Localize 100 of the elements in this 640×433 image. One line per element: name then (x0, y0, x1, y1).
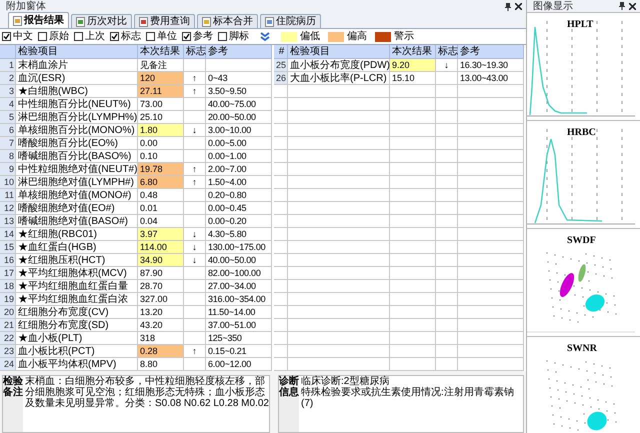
column-header[interactable]: 标志 (436, 45, 458, 58)
flag-arrow: ↑ (192, 344, 197, 358)
checkbox[interactable] (182, 32, 191, 41)
result-value: 114.00 (138, 241, 184, 253)
result-value: 87.90 (138, 267, 184, 279)
pin-icon[interactable] (619, 2, 625, 10)
tab[interactable]: 报告结果 (8, 12, 69, 28)
flag-arrow: ↑ (192, 72, 197, 84)
row-number: 25 (274, 59, 288, 71)
reference-range: 0.00~5.00 (208, 136, 246, 150)
row-number: 11 (0, 189, 16, 201)
tab[interactable]: 住院病历 (260, 14, 321, 28)
column-header[interactable]: 检验项目 (288, 45, 390, 58)
column-header[interactable]: 标志 (184, 45, 206, 58)
document-icon (76, 16, 85, 26)
option-checkbox[interactable]: 上次 (74, 30, 105, 43)
reference-range: 0.20~0.80 (208, 188, 246, 202)
checkbox[interactable] (74, 32, 83, 41)
result-value: 28.70 (138, 280, 184, 292)
checkbox[interactable] (38, 32, 47, 41)
plot-label: SWDF (567, 234, 596, 248)
column-header[interactable]: 参考 (458, 45, 524, 58)
row-number: 6 (0, 124, 16, 136)
column-header[interactable]: 本次结果 (390, 45, 436, 58)
row-number: 4 (0, 98, 16, 110)
result-value: 43.20 (138, 319, 184, 331)
flag-arrow: ↑ (192, 84, 197, 98)
row-number: 17 (0, 267, 16, 279)
row-number: 19 (0, 293, 16, 305)
reference-range: 20.00~50.00 (208, 110, 256, 124)
plot-label: SWNR (567, 342, 598, 356)
checkbox[interactable] (110, 32, 119, 41)
option-checkbox[interactable]: 单位 (146, 30, 177, 43)
reference-range: 16.30~19.30 (460, 58, 508, 72)
double-chevron-icon[interactable] (260, 32, 270, 41)
result-value: 34.90 (138, 254, 184, 266)
reference-range: 0.00~1.00 (208, 150, 246, 162)
row-number: 23 (0, 345, 16, 357)
result-value: 0.10 (138, 150, 184, 162)
option-checkbox[interactable]: 参考 (182, 30, 213, 43)
option-checkbox[interactable]: 脚标 (218, 30, 249, 43)
flag-arrow: ↓ (192, 228, 197, 240)
column-header[interactable]: 检验项目 (16, 45, 138, 58)
legend-label: 警示 (394, 30, 414, 43)
reference-range: 0.00~0.45 (208, 202, 246, 214)
option-checkbox[interactable]: 中文 (2, 30, 33, 43)
result-value: 73.00 (138, 98, 184, 110)
row-number: 20 (0, 306, 16, 318)
document-icon (265, 16, 274, 26)
reference-range: 3.50~9.50 (208, 84, 246, 98)
result-value: 3.97 (138, 228, 184, 240)
option-checkbox[interactable]: 标志 (110, 30, 141, 43)
close-icon[interactable] (515, 3, 522, 10)
result-value: 15.10 (390, 72, 436, 84)
result-value: 1.80 (138, 124, 184, 136)
column-header[interactable]: 参考 (206, 45, 272, 58)
column-header[interactable]: # (274, 45, 288, 58)
reference-range: 13.00~43.00 (460, 72, 508, 84)
document-icon (139, 16, 148, 26)
tab[interactable]: 标本合并 (197, 14, 258, 28)
row-number: 14 (0, 228, 16, 240)
tab[interactable]: 费用查询 (134, 14, 195, 28)
pin-icon[interactable] (505, 2, 511, 10)
result-value: 0.48 (138, 189, 184, 201)
close-icon[interactable] (629, 2, 636, 10)
panel-title: 附加窗体 (5, 0, 46, 13)
reference-range: 40.00~50.00 (208, 254, 256, 266)
column-header[interactable]: 本次结果 (138, 45, 184, 58)
result-value: 318 (138, 332, 184, 344)
reference-range: 0~43 (208, 72, 228, 84)
tab[interactable]: 历次对比 (71, 14, 132, 28)
reference-range: 316.00~354.00 (208, 292, 266, 306)
diagnosis-line: 特殊检验要求或抗生素使用情况:注射用青霉素钠(7) (301, 387, 515, 409)
option-checkbox[interactable]: 原始 (38, 30, 69, 43)
plot-label: HPLT (567, 18, 594, 32)
checkbox[interactable] (146, 32, 155, 41)
result-value: 327.00 (138, 293, 184, 305)
reference-range: 6.00~12.00 (208, 358, 252, 370)
reference-range: 4.30~5.80 (208, 228, 246, 240)
legend-label: 偏低 (300, 30, 320, 43)
checkbox[interactable] (2, 32, 11, 41)
row-number: 13 (0, 215, 16, 227)
checkbox[interactable] (218, 32, 227, 41)
reference-range: 40.00~75.00 (208, 98, 256, 110)
row-number: 21 (0, 319, 16, 331)
flag-arrow: ↑ (192, 176, 197, 188)
row-number: 22 (0, 332, 16, 344)
result-value: 27.11 (138, 85, 184, 97)
flag-arrow: ↓ (192, 124, 197, 136)
reference-range: 0.00~0.20 (208, 214, 246, 228)
result-value: 19.78 (138, 163, 184, 175)
plot-label: HRBC (567, 126, 596, 140)
row-number: 9 (0, 163, 16, 175)
row-number: 26 (274, 72, 288, 84)
notes-text: 末梢血：白细胞分布较多，中性粒细胞轻度核左移，部分细胞胞浆可见空泡；红细胞形态无特殊；血小板形态及数量未见明显异常。分类：S0.08 N0.62 L0.28 M0.02 (24, 376, 269, 411)
row-number: 12 (0, 202, 16, 214)
reference-range: 130.00~175.00 (208, 240, 266, 254)
result-value: 6.80 (138, 176, 184, 188)
reference-range: 1.50~4.00 (208, 176, 246, 188)
reference-range: 2.00~7.00 (208, 162, 246, 176)
